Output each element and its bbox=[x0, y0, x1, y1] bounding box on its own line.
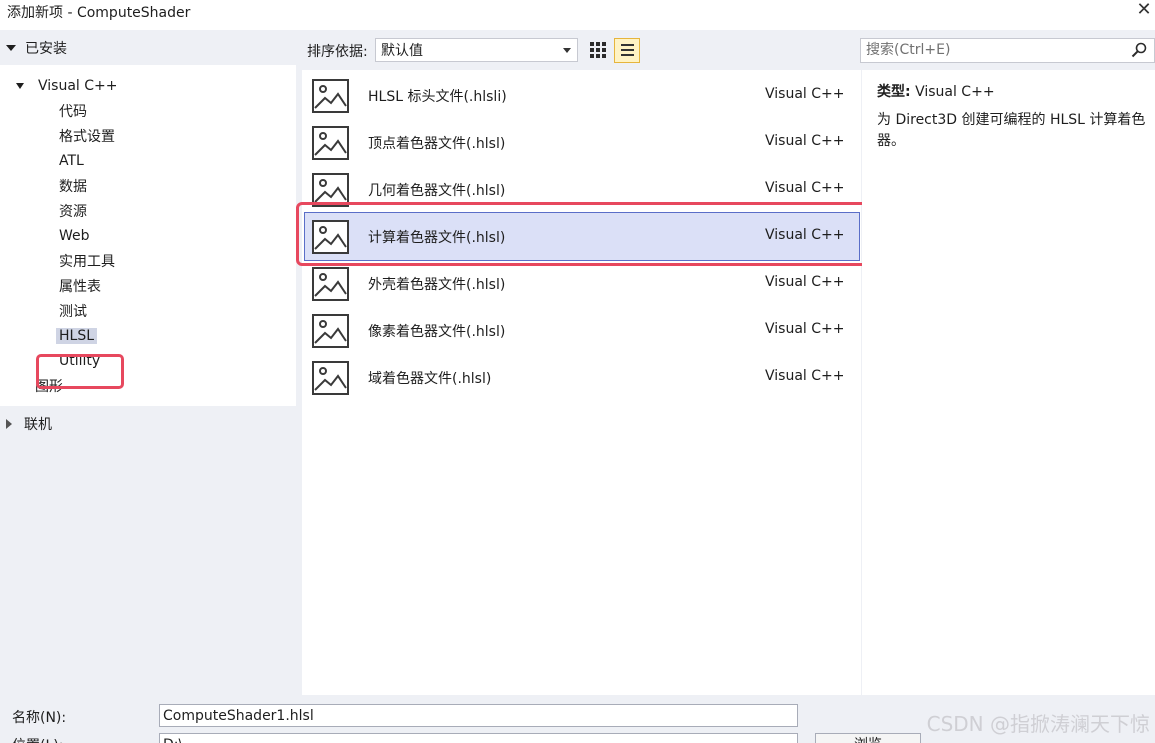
list-item[interactable]: HLSL 标头文件(.hlsli) Visual C++ bbox=[302, 72, 861, 119]
file-template-icon bbox=[312, 361, 349, 395]
window-title: 添加新项 - ComputeShader bbox=[7, 5, 191, 21]
category-pane: 已安装 Visual C++ 代码 格式设置 ATL 数据 资源 Web 实用工… bbox=[0, 30, 296, 695]
watermark: CSDN @指掀涛澜天下惊 bbox=[926, 712, 1150, 736]
tree-item-web[interactable]: Web bbox=[56, 225, 93, 247]
location-label: 位置(L): bbox=[12, 735, 63, 743]
installed-label: 已安装 bbox=[25, 41, 67, 57]
item-language: Visual C++ bbox=[765, 86, 845, 102]
file-template-icon bbox=[312, 314, 349, 348]
item-name: 域着色器文件(.hlsl) bbox=[368, 371, 492, 387]
tree-item-hlsl[interactable]: HLSL bbox=[56, 325, 98, 347]
file-template-icon bbox=[312, 79, 349, 113]
list-item[interactable]: 外壳着色器文件(.hlsl) Visual C++ bbox=[302, 260, 861, 307]
highlight-annotation-selected bbox=[296, 202, 873, 266]
tree-item-label: 代码 bbox=[59, 104, 87, 120]
tree-item-label: 格式设置 bbox=[59, 129, 115, 145]
tree-item-label: Web bbox=[59, 228, 90, 244]
item-language: Visual C++ bbox=[765, 180, 845, 196]
type-row: 类型: Visual C++ bbox=[877, 81, 995, 101]
location-field[interactable] bbox=[159, 733, 798, 743]
list-item[interactable]: 像素着色器文件(.hlsl) Visual C++ bbox=[302, 307, 861, 354]
file-template-icon bbox=[312, 267, 349, 301]
highlight-annotation-hlsl bbox=[36, 354, 124, 389]
item-name: 外壳着色器文件(.hlsl) bbox=[368, 277, 506, 293]
chevron-down-icon bbox=[563, 48, 571, 53]
tree-item-label: 测试 bbox=[59, 304, 87, 320]
tree-item-label: HLSL bbox=[56, 328, 98, 344]
tree-item-utilities[interactable]: 实用工具 bbox=[56, 250, 118, 272]
sort-dropdown[interactable]: 默认值 bbox=[375, 38, 578, 62]
search-icon[interactable] bbox=[1131, 42, 1147, 58]
bottom-fields: 名称(N): 位置(L): 浏览 CSDN @指掀涛澜天下惊 bbox=[0, 695, 1155, 743]
type-label: 类型: bbox=[877, 84, 911, 100]
details-pane: 类型: Visual C++ 为 Direct3D 创建可编程的 HLSL 计算… bbox=[862, 70, 1155, 695]
tree-item-label: 实用工具 bbox=[59, 254, 115, 270]
tree-item-data[interactable]: 数据 bbox=[56, 175, 90, 197]
tree-item-resources[interactable]: 资源 bbox=[56, 200, 90, 222]
tree-item-label: 资源 bbox=[59, 204, 87, 220]
collapse-icon[interactable] bbox=[16, 83, 24, 89]
name-field[interactable] bbox=[159, 704, 798, 727]
type-value: Visual C++ bbox=[915, 84, 995, 100]
browse-button[interactable]: 浏览 bbox=[815, 733, 921, 743]
item-name: 顶点着色器文件(.hlsl) bbox=[368, 136, 506, 152]
item-language: Visual C++ bbox=[765, 368, 845, 384]
tree-item-label: Visual C++ bbox=[38, 78, 118, 94]
list-toolbar: 排序依据: 默认值 bbox=[302, 30, 862, 70]
item-language: Visual C++ bbox=[765, 321, 845, 337]
grid-view-icon[interactable] bbox=[585, 38, 609, 62]
sort-label: 排序依据: bbox=[307, 44, 368, 60]
tree-item-code[interactable]: 代码 bbox=[56, 100, 90, 122]
expand-icon[interactable] bbox=[6, 419, 12, 429]
tree-item-label: 属性表 bbox=[59, 279, 101, 295]
list-view-icon[interactable] bbox=[614, 38, 640, 63]
category-tree: Visual C++ 代码 格式设置 ATL 数据 资源 Web 实用工具 属性… bbox=[0, 65, 296, 406]
tree-item-atl[interactable]: ATL bbox=[56, 150, 87, 172]
item-name: 几何着色器文件(.hlsl) bbox=[368, 183, 506, 199]
search-input[interactable] bbox=[861, 39, 1111, 61]
tree-item-property-sheets[interactable]: 属性表 bbox=[56, 275, 104, 297]
name-label: 名称(N): bbox=[12, 710, 67, 726]
item-language: Visual C++ bbox=[765, 133, 845, 149]
expand-icon[interactable] bbox=[6, 45, 16, 51]
item-name: HLSL 标头文件(.hlsli) bbox=[368, 89, 507, 105]
search-box[interactable] bbox=[860, 38, 1155, 63]
template-list: HLSL 标头文件(.hlsli) Visual C++ 顶点着色器文件(.hl… bbox=[302, 70, 861, 695]
item-language: Visual C++ bbox=[765, 274, 845, 290]
tree-item-formatting[interactable]: 格式设置 bbox=[56, 125, 118, 147]
tree-item-test[interactable]: 测试 bbox=[56, 300, 90, 322]
online-label: 联机 bbox=[24, 417, 52, 433]
installed-header[interactable]: 已安装 bbox=[6, 38, 67, 58]
list-item[interactable]: 域着色器文件(.hlsl) Visual C++ bbox=[302, 354, 861, 401]
tree-item-label: ATL bbox=[59, 153, 84, 169]
list-item[interactable]: 顶点着色器文件(.hlsl) Visual C++ bbox=[302, 119, 861, 166]
close-icon[interactable]: ✕ bbox=[1135, 0, 1153, 22]
item-name: 像素着色器文件(.hlsl) bbox=[368, 324, 506, 340]
sort-value: 默认值 bbox=[381, 43, 423, 59]
tree-item-visual-cpp[interactable]: Visual C++ bbox=[16, 75, 120, 97]
title-bar: 添加新项 - ComputeShader ✕ bbox=[0, 0, 1155, 30]
file-template-icon bbox=[312, 126, 349, 160]
description: 为 Direct3D 创建可编程的 HLSL 计算着色器。 bbox=[877, 112, 1146, 149]
online-header[interactable]: 联机 bbox=[6, 413, 52, 435]
tree-item-label: 数据 bbox=[59, 179, 87, 195]
